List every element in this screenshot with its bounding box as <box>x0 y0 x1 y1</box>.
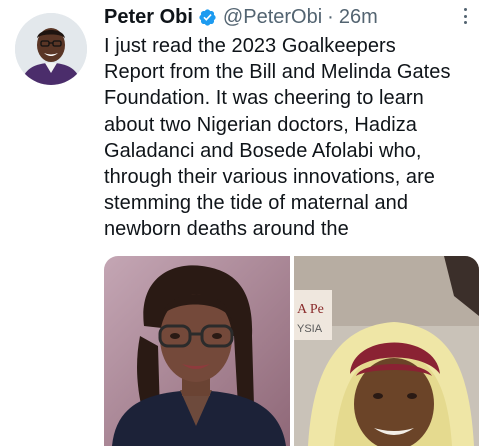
tweet-text-line: stemming the tide of maternal and <box>104 192 409 215</box>
avatar-image <box>15 13 87 85</box>
verified-badge-icon <box>198 8 217 27</box>
photo-woman-with-glasses[interactable] <box>104 256 290 446</box>
more-options-icon[interactable] <box>457 6 473 26</box>
background-sign-text: YSIA <box>297 323 323 335</box>
tweet-media: A Pe YSIA <box>104 256 479 446</box>
tweet-text-line: Foundation. It was cheering to learn <box>104 87 424 110</box>
tweet-text-line: Galadanci and Bosede Afolabi who, <box>104 139 422 162</box>
photo-woman-in-headscarf[interactable]: A Pe YSIA <box>294 256 479 446</box>
avatar[interactable] <box>15 13 87 85</box>
tweet-text: I just read the 2023 Goalkeepers Report … <box>104 33 489 243</box>
background-sign-text: A Pe <box>297 302 324 317</box>
tweet-text-line: through their various innovations, are <box>104 166 435 189</box>
author-handle[interactable]: @PeterObi <box>223 4 322 30</box>
tweet-text-line: about two Nigerian doctors, Hadiza <box>104 113 417 136</box>
tweet-timestamp[interactable]: 26m <box>339 4 378 30</box>
tweet-text-line: newborn deaths around the <box>104 218 349 241</box>
tweet-header: Peter Obi @PeterObi · 26m <box>104 4 454 30</box>
separator-dot: · <box>327 6 334 28</box>
tweet-text-line: Report from the Bill and Melinda Gates <box>104 61 451 84</box>
tweet-text-line: I just read the 2023 Goalkeepers <box>104 35 396 57</box>
author-name[interactable]: Peter Obi <box>104 4 193 30</box>
